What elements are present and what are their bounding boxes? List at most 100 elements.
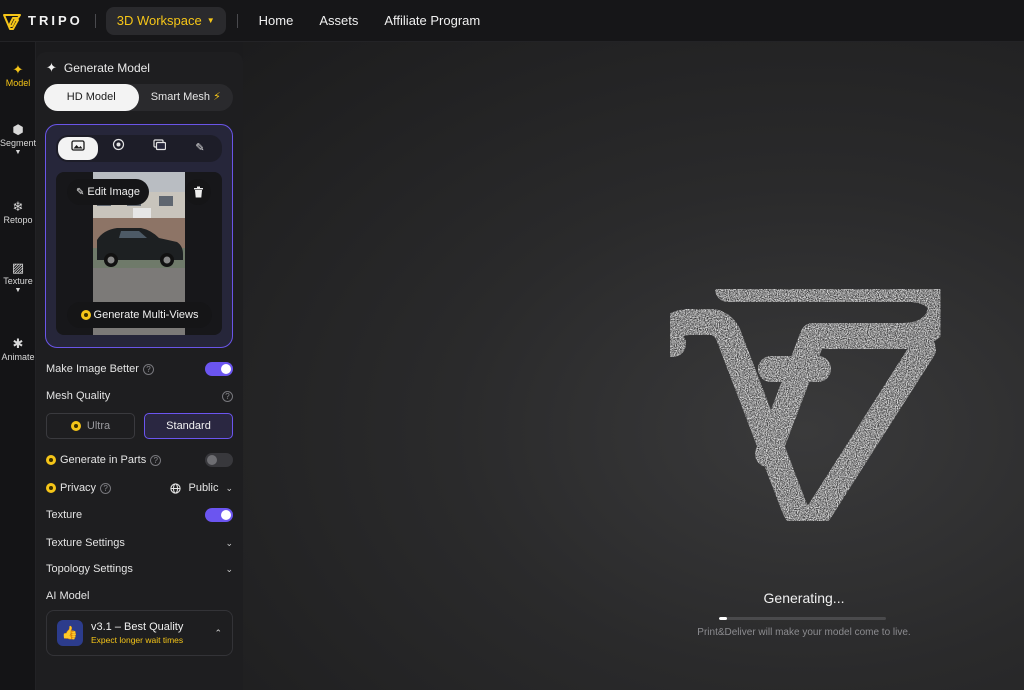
nav-link-home[interactable]: Home [259, 13, 294, 28]
image-input-card: ✎ ✎ Edit Image Generate Multi-Views [45, 124, 233, 348]
sparkle-icon: ✦ [12, 62, 24, 77]
lightning-icon: ⚡ [213, 91, 221, 103]
hd-model-tab[interactable]: HD Model [44, 84, 139, 111]
help-icon[interactable]: ? [142, 363, 154, 375]
generating-tripo-logo-icon [657, 276, 954, 534]
mesh-quality-label: Mesh Quality [46, 390, 111, 402]
help-icon[interactable]: ? [150, 454, 162, 466]
nav-divider [236, 13, 238, 28]
make-image-better-label: Make Image Better [46, 363, 139, 375]
brand-name: TRIPO [28, 13, 83, 28]
texture-settings-row[interactable]: Texture Settings ⌄ [46, 533, 233, 553]
privacy-dropdown[interactable]: Public ⌄ [170, 482, 233, 494]
rail-item-texture[interactable]: ▨ Texture ▼ [0, 260, 36, 296]
ai-model-selector[interactable]: 👍 v3.1 – Best Quality Expect longer wait… [46, 610, 233, 656]
nav-link-assets[interactable]: Assets [319, 13, 358, 28]
edit-image-label: Edit Image [87, 186, 140, 198]
make-image-better-row: Make Image Better ? [46, 359, 233, 379]
model-viewport[interactable]: Generating... Print&Deliver will make yo… [243, 42, 1024, 690]
generate-multiviews-label: Generate Multi-Views [93, 309, 199, 321]
input-type-tabs: ✎ [56, 135, 222, 162]
ai-model-row: AI Model [46, 586, 233, 606]
quality-standard-label: Standard [166, 420, 211, 432]
trash-icon [193, 186, 203, 198]
texture-settings-label: Texture Settings [46, 537, 125, 549]
panel-title: Generate Model [63, 61, 150, 75]
quality-standard-button[interactable]: Standard [144, 413, 233, 439]
pencil-icon: ✎ [195, 142, 205, 154]
help-icon[interactable]: ? [222, 390, 233, 402]
chevron-down-icon: ⌄ [225, 482, 233, 493]
mesh-icon: ❄ [12, 199, 24, 214]
privacy-label: Privacy [60, 482, 97, 494]
privacy-row: Privacy ? Public ⌄ [46, 478, 233, 498]
tab-text-prompt[interactable]: ✎ [180, 137, 220, 160]
cube-icon: ⬢ [12, 122, 24, 137]
texture-toggle[interactable] [205, 508, 233, 522]
mesh-quality-options: Ultra Standard [46, 413, 233, 439]
privacy-value: Public [188, 482, 219, 494]
uploaded-image-area[interactable]: ✎ Edit Image Generate Multi-Views [56, 172, 222, 335]
chevron-up-icon: ⌃ [214, 627, 222, 638]
generate-in-parts-label: Generate in Parts [60, 454, 147, 466]
panel-header: ✦ Generate Model [46, 60, 150, 76]
images-icon [153, 139, 166, 151]
caret-down-icon: ▼ [14, 149, 22, 156]
caret-down-icon: ▼ [14, 287, 22, 294]
ai-model-label: AI Model [46, 590, 90, 602]
topology-settings-row[interactable]: Topology Settings ⌄ [46, 559, 233, 579]
texture-icon: ▨ [11, 260, 25, 275]
generate-panel: ✦ Generate Model HD Model Smart Mesh ⚡ ✎… [36, 52, 243, 690]
tripo-logo-icon [3, 13, 21, 30]
multiview-icon [113, 138, 125, 151]
quality-ultra-button[interactable]: Ultra [46, 413, 135, 439]
generating-status: Generating... [763, 590, 845, 606]
smart-mesh-tab[interactable]: Smart Mesh ⚡ [139, 84, 234, 111]
rail-item-model[interactable]: ✦ Model [0, 62, 36, 88]
smart-mesh-label: Smart Mesh [150, 91, 210, 103]
delete-image-button[interactable] [185, 179, 211, 205]
workspace-dropdown[interactable]: 3D Workspace ▼ [105, 6, 226, 35]
globe-icon [170, 482, 182, 494]
topology-settings-label: Topology Settings [46, 563, 133, 575]
tab-single-image[interactable] [58, 137, 98, 160]
brand-logo[interactable]: TRIPO [2, 0, 83, 42]
mode-toggle: HD Model Smart Mesh ⚡ [44, 84, 233, 111]
chevron-down-icon: ⌄ [225, 537, 233, 548]
credit-coin-icon [46, 483, 56, 493]
texture-label: Texture [46, 509, 83, 521]
ai-model-title: v3.1 – Best Quality [91, 621, 184, 633]
ai-model-subtitle: Expect longer wait times [91, 635, 184, 645]
quality-ultra-label: Ultra [86, 420, 111, 432]
nav-link-affiliate[interactable]: Affiliate Program [384, 13, 480, 28]
nav-divider [94, 13, 96, 28]
generation-progress-bar [719, 617, 886, 620]
rail-item-animate[interactable]: ✱ Animate [0, 336, 36, 362]
generation-progress-fill [719, 617, 728, 620]
credit-coin-icon [70, 421, 81, 432]
rail-item-retopo[interactable]: ❄ Retopo [0, 199, 36, 225]
workspace-label: 3D Workspace [116, 13, 202, 28]
hd-model-label: HD Model [66, 91, 116, 103]
make-image-better-toggle[interactable] [205, 362, 233, 376]
generate-multiviews-button[interactable]: Generate Multi-Views [67, 302, 212, 328]
figure-icon: ✱ [12, 336, 24, 351]
pencil-icon: ✎ [76, 186, 85, 198]
image-icon [71, 140, 85, 151]
generate-in-parts-row: Generate in Parts ? [46, 450, 233, 470]
rail-item-segment[interactable]: ⬢ Segment ▼ [0, 122, 36, 158]
generating-subtitle: Print&Deliver will make your model come … [697, 627, 911, 638]
caret-down-icon: ▼ [206, 16, 215, 25]
credit-coin-icon [46, 455, 56, 465]
credit-coin-icon [80, 310, 91, 320]
generate-in-parts-toggle[interactable] [205, 453, 233, 467]
sparkle-icon: ✦ [46, 60, 57, 75]
thumbs-up-icon: 👍 [57, 620, 83, 646]
chevron-down-icon: ⌄ [225, 563, 233, 574]
help-icon[interactable]: ? [100, 482, 112, 494]
tab-batch-images[interactable] [139, 137, 179, 160]
edit-image-button[interactable]: ✎ Edit Image [67, 179, 149, 205]
tool-rail: ✦ Model ⬢ Segment ▼ ❄ Retopo ▨ Texture ▼… [0, 42, 36, 690]
tab-multi-view[interactable] [99, 137, 139, 160]
texture-row: Texture [46, 505, 233, 525]
